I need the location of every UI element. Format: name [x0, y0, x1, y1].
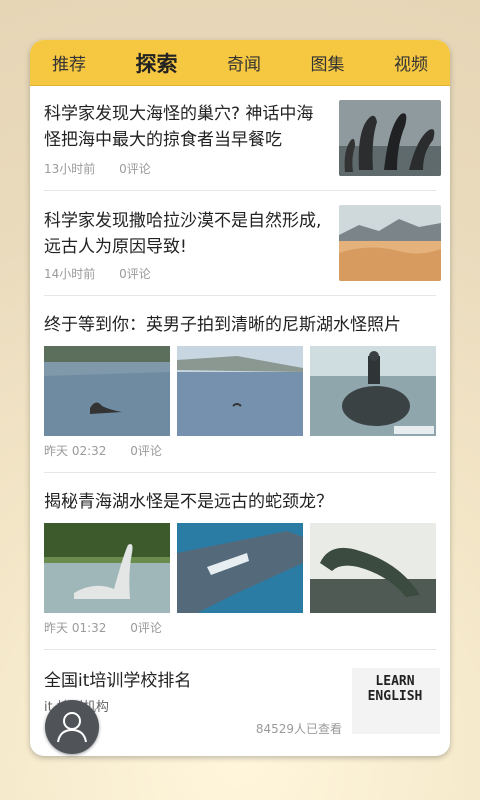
article-comments: 0评论	[130, 621, 162, 635]
ad-views: 84529人已查看	[255, 722, 342, 736]
ad-thumbnail: LEARN ENGLISH	[352, 668, 440, 734]
feed-card: 推荐 探索 奇闻 图集 视频 科学家发现大海怪的巢穴? 神话中海怪把海中最大的掠…	[30, 40, 450, 756]
article-image	[44, 523, 170, 613]
list-item[interactable]: 终于等到你：英男子拍到清晰的尼斯湖水怪照片 昨天 02:32 0评论	[44, 296, 436, 473]
article-image	[310, 346, 436, 436]
article-title: 科学家发现撒哈拉沙漠不是自然形成, 远古人为原因导致!	[44, 211, 322, 257]
article-image	[44, 346, 170, 436]
article-comments: 0评论	[119, 267, 151, 281]
ad-title: 全国it培训学校排名	[44, 671, 192, 691]
article-time: 14小时前	[44, 267, 96, 281]
article-meta: 13小时前 0评论	[44, 160, 171, 177]
category-tabbar: 推荐 探索 奇闻 图集 视频	[30, 40, 450, 86]
article-list: 科学家发现大海怪的巢穴? 神话中海怪把海中最大的掠食者当早餐吃 13小时前 0评…	[30, 86, 450, 750]
article-thumbnail	[339, 100, 441, 176]
article-meta: 14小时前 0评论	[44, 265, 171, 282]
tab-video[interactable]: 视频	[394, 50, 428, 75]
article-time: 昨天 01:32	[44, 621, 107, 635]
tab-recommend[interactable]: 推荐	[52, 50, 86, 75]
user-avatar-button[interactable]	[45, 700, 99, 754]
person-icon	[57, 712, 87, 743]
article-image	[177, 523, 303, 613]
article-comments: 0评论	[130, 444, 162, 458]
image-row	[44, 523, 436, 613]
article-title: 终于等到你：英男子拍到清晰的尼斯湖水怪照片	[44, 315, 401, 335]
article-image	[177, 346, 303, 436]
article-time: 13小时前	[44, 162, 96, 176]
image-row	[44, 346, 436, 436]
article-comments: 0评论	[119, 162, 151, 176]
ad-item[interactable]: 全国it培训学校排名 it 培训机构 84529人已查看 LEARN ENGLI…	[44, 650, 440, 750]
article-image	[310, 523, 436, 613]
article-time: 昨天 02:32	[44, 444, 107, 458]
article-meta: 昨天 02:32 0评论	[44, 442, 182, 459]
article-meta: 昨天 01:32 0评论	[44, 619, 182, 636]
list-item[interactable]: 科学家发现大海怪的巢穴? 神话中海怪把海中最大的掠食者当早餐吃 13小时前 0评…	[44, 86, 441, 191]
list-item[interactable]: 科学家发现撒哈拉沙漠不是自然形成, 远古人为原因导致! 14小时前 0评论	[44, 191, 441, 296]
tab-odd-news[interactable]: 奇闻	[227, 50, 261, 75]
tab-gallery[interactable]: 图集	[311, 50, 345, 75]
article-title: 揭秘青海湖水怪是不是远古的蛇颈龙？	[44, 492, 333, 512]
tab-explore[interactable]: 探索	[136, 48, 178, 78]
article-title: 科学家发现大海怪的巢穴? 神话中海怪把海中最大的掠食者当早餐吃	[44, 104, 314, 150]
article-thumbnail	[339, 205, 441, 281]
list-item[interactable]: 揭秘青海湖水怪是不是远古的蛇颈龙？ 昨天 01:32 0评论	[44, 473, 436, 650]
ad-thumbnail-text: LEARN ENGLISH	[367, 674, 423, 704]
